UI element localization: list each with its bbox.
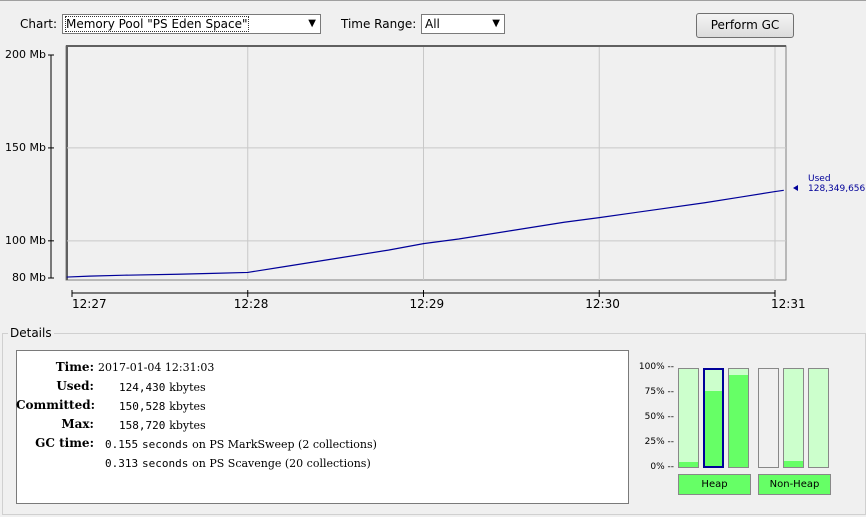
used-value: 124,430 kbytes: [119, 380, 206, 394]
nonheap-pool-bar[interactable]: [783, 368, 804, 468]
gc-row-scavenge: 0.313 seconds on PS Scavenge (20 collect…: [105, 456, 371, 470]
heap-pool-bar[interactable]: [678, 368, 699, 468]
x-tick-label: 12:29: [409, 297, 445, 311]
gc-desc: on PS Scavenge (20 collections): [192, 457, 371, 470]
used-label: Used:: [56, 379, 94, 393]
committed-unit: kbytes: [169, 400, 206, 413]
gc-unit: seconds: [141, 457, 189, 470]
time-range-select[interactable]: All ▼: [421, 14, 505, 34]
gc-unit: seconds: [141, 438, 189, 451]
gc-secs: 0.155: [105, 438, 139, 451]
committed-fill: [784, 369, 803, 467]
chevron-down-icon: ▼: [308, 18, 316, 29]
perform-gc-button[interactable]: Perform GC: [696, 13, 794, 38]
gc-desc: on PS MarkSweep (2 collections): [192, 438, 377, 451]
heap-button[interactable]: Heap: [678, 474, 751, 495]
heap-pool-bar[interactable]: [728, 368, 749, 468]
x-tick-label: 12:28: [233, 297, 269, 311]
committed-value: 150,528 kbytes: [119, 399, 206, 413]
committed-number: 150,528: [119, 400, 166, 413]
used-annotation-label: Used: [808, 174, 831, 184]
committed-fill: [679, 369, 698, 467]
gc-secs: 0.313: [105, 457, 139, 470]
memory-chart: [48, 45, 798, 297]
details-title: Details: [8, 326, 54, 340]
used-number: 124,430: [119, 381, 166, 394]
committed-label: Committed:: [16, 398, 96, 412]
chart-select-value: Memory Pool "PS Eden Space": [65, 16, 249, 32]
max-number: 158,720: [119, 419, 166, 432]
max-label: Max:: [61, 417, 94, 431]
x-tick-label: 12:27: [72, 297, 107, 311]
pct-label: 0% --: [650, 462, 674, 472]
plot-area: [65, 45, 787, 281]
pct-label: 50% --: [644, 412, 674, 422]
heap-pool-bar[interactable]: [703, 368, 724, 468]
used-fill: [784, 461, 803, 467]
chart-label: Chart:: [20, 17, 58, 31]
used-annotation-value: 128,349,656: [808, 184, 866, 194]
chevron-down-icon: ▼: [492, 18, 500, 29]
y-tick-label: 150 Mb: [5, 140, 46, 154]
non-heap-button[interactable]: Non-Heap: [758, 474, 831, 495]
pct-label: 25% --: [644, 437, 674, 447]
pct-label: 75% --: [644, 387, 674, 397]
used-fill: [729, 374, 748, 467]
gc-row-marksweep: 0.155 seconds on PS MarkSweep (2 collect…: [105, 437, 377, 451]
max-value: 158,720 kbytes: [119, 418, 206, 432]
x-tick-label: 12:31: [771, 297, 806, 311]
time-range-label: Time Range:: [341, 17, 417, 31]
used-fill: [679, 462, 698, 467]
pct-label: 100% --: [638, 362, 674, 372]
used-marker-icon: [793, 185, 798, 191]
time-label: Time:: [55, 360, 94, 374]
max-unit: kbytes: [169, 419, 206, 432]
nonheap-pool-bar[interactable]: [758, 368, 779, 468]
gc-time-label: GC time:: [35, 436, 94, 450]
committed-fill: [809, 369, 828, 467]
top-border: [0, 0, 866, 1]
used-fill: [705, 391, 722, 466]
nonheap-pool-bar[interactable]: [808, 368, 829, 468]
y-tick-label: 100 Mb: [5, 233, 46, 247]
time-range-value: All: [425, 17, 440, 31]
time-value: 2017-01-04 12:31:03: [98, 361, 215, 374]
y-tick-label: 200 Mb: [5, 48, 46, 61]
x-tick-label: 12:30: [585, 297, 620, 311]
used-unit: kbytes: [169, 381, 206, 394]
y-tick-label: 80 Mb: [12, 271, 46, 284]
chart-select[interactable]: Memory Pool "PS Eden Space" ▼: [62, 14, 321, 34]
